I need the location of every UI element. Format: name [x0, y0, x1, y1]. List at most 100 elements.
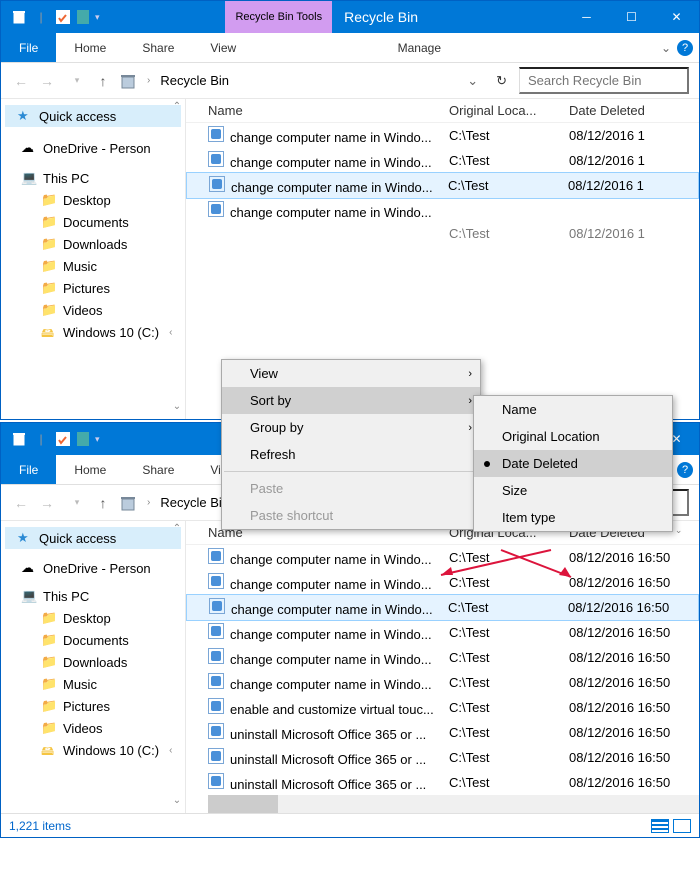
- breadcrumb[interactable]: Recycle Bin: [160, 495, 229, 510]
- close-button[interactable]: ✕: [654, 1, 699, 33]
- file-row[interactable]: change computer name in Windo...C:\Test0…: [186, 148, 699, 173]
- sidebar-item[interactable]: 📁Desktop: [1, 607, 185, 629]
- scroll-up-icon[interactable]: ⌃: [169, 523, 185, 539]
- breadcrumb[interactable]: Recycle Bin: [160, 73, 229, 88]
- maximize-button[interactable]: ☐: [609, 1, 654, 33]
- sidebar-this-pc[interactable]: 💻This PC: [1, 167, 185, 189]
- sidebar-this-pc[interactable]: 💻This PC: [1, 585, 185, 607]
- file-row[interactable]: enable and customize virtual touc...C:\T…: [186, 695, 699, 720]
- sidebar-item[interactable]: 📁Videos: [1, 717, 185, 739]
- history-chevron-icon[interactable]: ▾: [67, 497, 87, 508]
- up-button[interactable]: ↑: [93, 73, 113, 89]
- file-list[interactable]: Name Original Loca... Date Deleted⌄ chan…: [186, 521, 699, 813]
- recyclebin-icon[interactable]: [11, 431, 27, 447]
- col-location[interactable]: Original Loca...: [449, 103, 569, 118]
- sort-option[interactable]: Item type: [474, 504, 672, 531]
- back-button[interactable]: ←: [11, 73, 31, 89]
- breadcrumb-sep-icon[interactable]: ›: [143, 497, 154, 508]
- label: Item type: [502, 510, 555, 525]
- column-headers[interactable]: Name Original Loca... Date Deleted: [186, 99, 699, 123]
- file-row[interactable]: change computer name in Windo...C:\Test0…: [186, 645, 699, 670]
- forward-button[interactable]: →: [37, 73, 57, 89]
- sort-option[interactable]: Name: [474, 396, 672, 423]
- file-row[interactable]: change computer name in Windo...C:\Test0…: [186, 545, 699, 570]
- ctx-refresh[interactable]: Refresh: [222, 441, 480, 468]
- h-scrollbar[interactable]: [208, 795, 699, 813]
- sidebar-item[interactable]: 📁Videos: [1, 299, 185, 321]
- file-row[interactable]: change computer name in Windo...: [186, 198, 699, 223]
- back-button[interactable]: ←: [11, 495, 31, 511]
- titlebar[interactable]: | ▾ Recycle Bin Tools Recycle Bin ─ ☐ ✕: [1, 1, 699, 33]
- ctx-view[interactable]: View›: [222, 360, 480, 387]
- sort-option[interactable]: Size: [474, 477, 672, 504]
- qat-chevron-icon[interactable]: ▾: [95, 434, 100, 445]
- up-button[interactable]: ↑: [93, 495, 113, 511]
- address-dropdown-icon[interactable]: ⌄: [461, 73, 484, 89]
- sidebar-onedrive[interactable]: ☁OneDrive - Person: [1, 137, 185, 159]
- sidebar-item[interactable]: 🖴Windows 10 (C:) ‹: [1, 321, 185, 343]
- minimize-button[interactable]: ─: [564, 1, 609, 33]
- scroll-thumb[interactable]: [208, 795, 278, 813]
- tab-share[interactable]: Share: [124, 33, 192, 62]
- tab-manage[interactable]: Manage: [380, 33, 459, 62]
- icons-view-icon[interactable]: [673, 819, 691, 833]
- file-row[interactable]: change computer name in Windo...C:\Test0…: [186, 594, 699, 621]
- sidebar-item[interactable]: 📁Downloads: [1, 233, 185, 255]
- sidebar-item[interactable]: 📁Pictures: [1, 277, 185, 299]
- ribbon-collapse-icon[interactable]: ⌄: [661, 41, 671, 55]
- help-icon[interactable]: ?: [677, 462, 693, 478]
- sidebar-quick-access[interactable]: ★Quick access: [5, 105, 181, 127]
- details-view-icon[interactable]: [651, 819, 669, 833]
- qat-item-icon[interactable]: [77, 10, 89, 24]
- recyclebin-icon[interactable]: [11, 9, 27, 25]
- properties-icon[interactable]: [55, 431, 71, 447]
- sidebar-item[interactable]: 📁Documents: [1, 629, 185, 651]
- contextual-tab[interactable]: Recycle Bin Tools: [225, 1, 332, 33]
- sidebar-item[interactable]: 📁Music: [1, 255, 185, 277]
- help-icon[interactable]: ?: [677, 40, 693, 56]
- sidebar-item[interactable]: 📁Pictures: [1, 695, 185, 717]
- sort-option[interactable]: Date Deleted: [474, 450, 672, 477]
- file-row[interactable]: uninstall Microsoft Office 365 or ...C:\…: [186, 745, 699, 770]
- tab-file[interactable]: File: [1, 455, 56, 484]
- col-name[interactable]: Name: [208, 103, 449, 118]
- sidebar-onedrive[interactable]: ☁OneDrive - Person: [1, 557, 185, 579]
- col-date[interactable]: Date Deleted: [569, 103, 699, 118]
- tab-view[interactable]: View: [192, 33, 254, 62]
- location-icon[interactable]: [119, 72, 137, 90]
- sidebar-quick-access[interactable]: ★Quick access: [5, 527, 181, 549]
- refresh-button[interactable]: ↻: [490, 73, 513, 89]
- sort-option[interactable]: Original Location: [474, 423, 672, 450]
- search-input[interactable]: [519, 67, 689, 94]
- ctx-sort-by[interactable]: Sort by›: [222, 387, 480, 414]
- file-row[interactable]: uninstall Microsoft Office 365 or ...C:\…: [186, 770, 699, 795]
- sidebar-item[interactable]: 📁Desktop: [1, 189, 185, 211]
- qat-chevron-icon[interactable]: ▾: [95, 12, 100, 23]
- sidebar-item[interactable]: 📁Downloads: [1, 651, 185, 673]
- tab-home[interactable]: Home: [56, 33, 124, 62]
- scroll-down-icon[interactable]: ⌄: [169, 795, 185, 811]
- scroll-down-icon[interactable]: ⌄: [169, 401, 185, 417]
- breadcrumb-sep-icon[interactable]: ›: [143, 75, 154, 86]
- properties-icon[interactable]: [55, 9, 71, 25]
- qat-item-icon[interactable]: [77, 432, 89, 446]
- file-row[interactable]: change computer name in Windo...C:\Test0…: [186, 620, 699, 645]
- tab-share[interactable]: Share: [124, 455, 192, 484]
- sidebar-item[interactable]: 🖴Windows 10 (C:) ‹: [1, 739, 185, 761]
- file-row[interactable]: C:\Test08/12/2016 1: [186, 223, 699, 244]
- file-row[interactable]: uninstall Microsoft Office 365 or ...C:\…: [186, 720, 699, 745]
- history-chevron-icon[interactable]: ▾: [67, 75, 87, 86]
- file-row[interactable]: change computer name in Windo...C:\Test0…: [186, 172, 699, 199]
- file-row[interactable]: change computer name in Windo...C:\Test0…: [186, 570, 699, 595]
- location-icon[interactable]: [119, 494, 137, 512]
- sidebar-item[interactable]: 📁Documents: [1, 211, 185, 233]
- file-row[interactable]: change computer name in Windo...C:\Test0…: [186, 670, 699, 695]
- scroll-up-icon[interactable]: ⌃: [169, 101, 185, 117]
- forward-button[interactable]: →: [37, 495, 57, 511]
- file-row[interactable]: change computer name in Windo...C:\Test0…: [186, 123, 699, 148]
- tab-home[interactable]: Home: [56, 455, 124, 484]
- sidebar-item[interactable]: 📁Music: [1, 673, 185, 695]
- ctx-group-by[interactable]: Group by›: [222, 414, 480, 441]
- tab-file[interactable]: File: [1, 33, 56, 62]
- nav-bar: ← → ▾ ↑ › Recycle Bin ⌄ ↻: [1, 63, 699, 99]
